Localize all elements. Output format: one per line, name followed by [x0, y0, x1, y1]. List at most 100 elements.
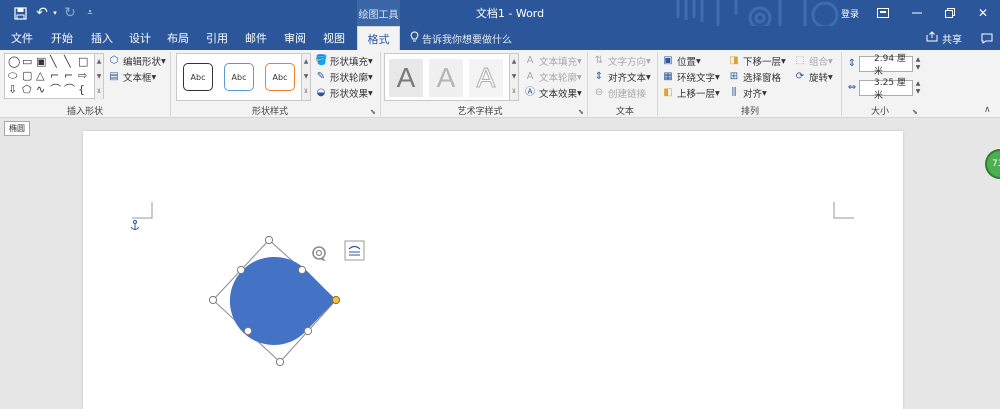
resize-handle-top-right[interactable]	[297, 265, 307, 275]
customize-qat-icon[interactable]: ⩡	[80, 3, 100, 23]
resize-handle-bottom-right[interactable]	[303, 326, 313, 336]
height-spinner[interactable]: ▲ ▼	[913, 56, 923, 72]
shape-styles-group-label: 形状样式	[251, 107, 288, 117]
close-icon[interactable]: ✕	[966, 0, 1000, 26]
tab-design[interactable]: 设计	[122, 26, 158, 50]
line-shape-icon[interactable]: ╲	[50, 56, 57, 68]
shape-outline-button[interactable]: ✎ 形状轮廓 ▾	[315, 69, 373, 85]
align-button[interactable]: ⫼ 对齐 ▾	[728, 85, 767, 101]
wordart-style-light[interactable]: A	[429, 59, 463, 97]
tab-format[interactable]: 格式	[357, 26, 400, 50]
save-icon[interactable]	[10, 3, 30, 23]
wordart-style-gray[interactable]: A	[389, 59, 423, 97]
triangle-shape-icon[interactable]: △	[36, 70, 44, 82]
edit-shape-button[interactable]: ⬡ 编辑形状 ▾	[108, 53, 166, 69]
elbow-connector-shape-icon[interactable]: ⌐	[50, 70, 59, 82]
shape-height-input[interactable]: 2.94 厘米	[859, 54, 913, 77]
selection-pane-button[interactable]: ⊞ 选择窗格	[728, 69, 781, 85]
shape-style-gallery[interactable]: Abc Abc Abc ▲ ▼ ⊻	[176, 53, 311, 101]
shape-effects-button[interactable]: ◒ 形状效果 ▾	[315, 85, 373, 101]
title-bar: ↶ ▾ ↻ ⩡ 绘图工具 文档1 - Word 登录 ✕	[0, 0, 1000, 32]
tab-layout[interactable]: 布局	[160, 26, 196, 50]
curve-connector-shape-icon[interactable]: ⌒	[50, 84, 61, 96]
text-direction-button[interactable]: ⇅ 文字方向 ▾	[593, 53, 651, 69]
bring-forward-button[interactable]: ◧ 上移一层 ▾	[662, 85, 720, 101]
redo-icon[interactable]: ↻	[60, 3, 80, 23]
rotate-handle-icon[interactable]	[312, 246, 326, 261]
wordart-gallery[interactable]: A A A ▲ ▼ ⊻	[384, 53, 519, 101]
shape-style-blue[interactable]: Abc	[224, 63, 254, 91]
shape-style-scroll[interactable]: ▲ ▼ ⊻	[301, 54, 310, 100]
text-box-icon: ▤	[109, 71, 119, 82]
tab-home[interactable]: 开始	[44, 26, 80, 50]
height-icon: ⇕	[847, 58, 857, 69]
pentagon-shape-icon[interactable]: ⬠	[22, 84, 32, 96]
bring-forward-icon: ◧	[663, 87, 673, 98]
tab-mailings[interactable]: 邮件	[238, 26, 274, 50]
down-arrow-shape-icon[interactable]: ⇩	[8, 84, 17, 96]
pen-icon: ✎	[316, 71, 326, 82]
text-effects-button[interactable]: Ⓐ 文本效果 ▾	[524, 85, 582, 101]
minimize-icon[interactable]	[900, 0, 934, 26]
adjustment-handle[interactable]	[331, 295, 341, 305]
rectangle-shape-icon[interactable]: □	[78, 56, 88, 68]
restore-icon[interactable]	[933, 0, 967, 26]
tab-insert[interactable]: 插入	[84, 26, 120, 50]
rotate-button[interactable]: ⟳ 旋转 ▾	[794, 69, 833, 85]
text-fill-button[interactable]: A 文本填充 ▾	[524, 53, 582, 69]
arrow-line-shape-icon[interactable]: ╲	[64, 56, 71, 68]
anchor-icon	[130, 220, 140, 230]
document-page[interactable]	[83, 131, 903, 409]
arc-shape-icon[interactable]: ⌒	[64, 84, 75, 96]
shape-style-black[interactable]: Abc	[183, 63, 213, 91]
send-backward-button[interactable]: ◨ 下移一层 ▾	[728, 53, 786, 69]
collapse-ribbon-icon[interactable]: ∧	[984, 102, 991, 118]
curve-shape-icon[interactable]: ∿	[36, 84, 45, 96]
resize-handle-bottom-left[interactable]	[243, 326, 253, 336]
shape-style-orange[interactable]: Abc	[265, 63, 295, 91]
share-button[interactable]: 共享	[926, 26, 962, 50]
tell-me-text: 告诉我你想要做什么	[422, 34, 512, 46]
text-outline-button[interactable]: A 文本轮廓 ▾	[524, 69, 582, 85]
tell-me-search[interactable]: 告诉我你想要做什么	[410, 26, 512, 50]
oval-shape-icon[interactable]: ◯	[8, 56, 20, 68]
resize-handle-left[interactable]	[208, 295, 218, 305]
ribbon-display-options-icon[interactable]	[866, 0, 900, 26]
create-link-button[interactable]: ⊖ 创建链接	[593, 85, 646, 101]
layout-options-button[interactable]	[344, 240, 365, 261]
rounded-rect-shape-icon[interactable]: ▢	[22, 70, 32, 82]
elbow-arrow-shape-icon[interactable]: ⌐	[64, 70, 73, 82]
resize-handle-top-left[interactable]	[236, 265, 246, 275]
insert-shapes-group-label: 插入形状	[66, 107, 103, 117]
shape-gallery[interactable]: ◯ ▭ ▣ ╲ ╲ □ ⬭ ▢ △ ⌐ ⌐ ⇨ ⇩ ⬠ ∿ ⌒ ⌒ { ▲ ▼ ⊻	[4, 53, 104, 100]
ellipse-shape-icon[interactable]: ⬭	[8, 70, 17, 82]
tab-review[interactable]: 审阅	[277, 26, 313, 50]
align-text-icon: ⇕	[594, 71, 604, 82]
comments-icon[interactable]	[970, 26, 1000, 50]
wordart-scroll[interactable]: ▲ ▼ ⊻	[509, 54, 518, 100]
right-arrow-shape-icon[interactable]: ⇨	[78, 70, 87, 82]
image-shape-icon[interactable]: ▣	[36, 56, 46, 68]
wrap-text-button[interactable]: ▦ 环绕文字 ▾	[662, 69, 720, 85]
tab-view[interactable]: 视图	[316, 26, 352, 50]
tab-references[interactable]: 引用	[199, 26, 235, 50]
edit-shape-icon: ⬡	[109, 55, 119, 66]
brace-shape-icon[interactable]: {	[78, 84, 85, 96]
undo-dropdown-icon[interactable]: ▾	[50, 3, 60, 23]
textbox-shape-icon[interactable]: ▭	[22, 56, 32, 68]
tab-file[interactable]: 文件	[4, 26, 40, 50]
shape-gallery-scroll[interactable]: ▲ ▼ ⊻	[94, 54, 103, 100]
login-button[interactable]: 登录	[834, 0, 866, 26]
width-spinner[interactable]: ▲ ▼	[913, 80, 923, 96]
arrange-group-label: 排列	[740, 107, 759, 117]
undo-icon[interactable]: ↶	[34, 3, 50, 23]
shape-fill-button[interactable]: 🪣 形状填充 ▾	[315, 53, 373, 69]
resize-handle-top[interactable]	[264, 235, 274, 245]
resize-handle-bottom[interactable]	[275, 357, 285, 367]
wordart-style-outline[interactable]: A	[469, 59, 503, 97]
shape-width-input[interactable]: 3.25 厘米	[859, 78, 913, 101]
group-button[interactable]: ⬚ 组合 ▾	[794, 53, 833, 69]
text-box-button[interactable]: ▤ 文本框 ▾	[108, 69, 156, 85]
position-button[interactable]: ▣ 位置 ▾	[662, 53, 701, 69]
align-text-button[interactable]: ⇕ 对齐文本 ▾	[593, 69, 651, 85]
